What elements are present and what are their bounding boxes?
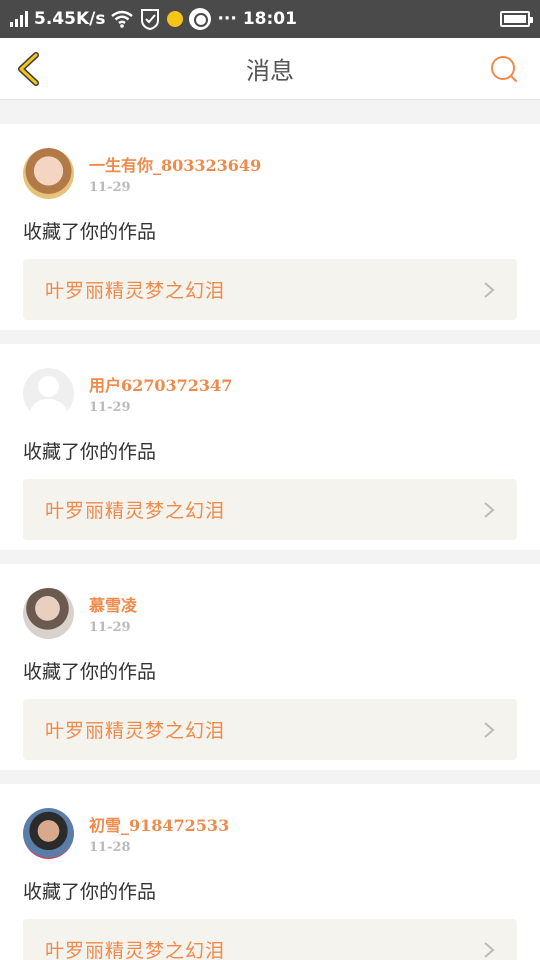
work-link[interactable]: 叶罗丽精灵梦之幻泪 — [23, 259, 517, 320]
status-bar: 5.45K/s ··· 18:01 — [0, 0, 540, 38]
message-card: 初雪_918472533 11-28 收藏了你的作品 叶罗丽精灵梦之幻泪 — [0, 784, 540, 960]
message-date: 11-29 — [89, 400, 131, 415]
shield-icon — [141, 9, 160, 30]
more-indicator: ··· — [217, 9, 237, 29]
username[interactable]: 慕雪凌 — [89, 592, 137, 616]
message-list: 一生有你_803323649 11-29 收藏了你的作品 叶罗丽精灵梦之幻泪 用… — [0, 100, 540, 960]
chevron-right-icon — [484, 502, 495, 518]
avatar[interactable] — [23, 368, 74, 419]
signal-icon — [10, 11, 28, 27]
q-app-icon — [189, 8, 212, 30]
work-title: 叶罗丽精灵梦之幻泪 — [45, 720, 226, 742]
page-title: 消息 — [246, 57, 294, 85]
username[interactable]: 初雪_918472533 — [89, 812, 229, 836]
chevron-right-icon — [484, 722, 495, 738]
work-title: 叶罗丽精灵梦之幻泪 — [45, 500, 226, 522]
chevron-right-icon — [484, 942, 495, 958]
message-date: 11-28 — [89, 840, 131, 855]
notification-dot-icon — [167, 11, 184, 27]
wifi-icon — [111, 10, 134, 28]
nav-header: 消息 — [0, 38, 540, 100]
action-text: 收藏了你的作品 — [23, 441, 157, 463]
work-link[interactable]: 叶罗丽精灵梦之幻泪 — [23, 699, 517, 760]
chevron-right-icon — [484, 282, 495, 298]
action-text: 收藏了你的作品 — [23, 881, 157, 903]
battery-icon — [500, 11, 533, 27]
chevron-left-icon[interactable] — [14, 52, 44, 86]
network-speed: 5.45K/s — [34, 9, 106, 29]
message-card: 慕雪凌 11-29 收藏了你的作品 叶罗丽精灵梦之幻泪 — [0, 564, 540, 770]
message-card: 一生有你_803323649 11-29 收藏了你的作品 叶罗丽精灵梦之幻泪 — [0, 124, 540, 330]
message-card: 用户6270372347 11-29 收藏了你的作品 叶罗丽精灵梦之幻泪 — [0, 344, 540, 550]
username[interactable]: 用户6270372347 — [89, 372, 232, 396]
search-icon[interactable] — [490, 55, 518, 83]
work-link[interactable]: 叶罗丽精灵梦之幻泪 — [23, 919, 517, 960]
username[interactable]: 一生有你_803323649 — [89, 152, 261, 176]
message-date: 11-29 — [89, 180, 131, 195]
action-text: 收藏了你的作品 — [23, 221, 157, 243]
message-date: 11-29 — [89, 620, 131, 635]
avatar[interactable] — [23, 588, 74, 639]
work-title: 叶罗丽精灵梦之幻泪 — [45, 940, 226, 960]
avatar[interactable] — [23, 148, 74, 199]
work-link[interactable]: 叶罗丽精灵梦之幻泪 — [23, 479, 517, 540]
action-text: 收藏了你的作品 — [23, 661, 157, 683]
avatar[interactable] — [23, 808, 74, 859]
status-time: 18:01 — [242, 9, 297, 29]
work-title: 叶罗丽精灵梦之幻泪 — [45, 280, 226, 302]
